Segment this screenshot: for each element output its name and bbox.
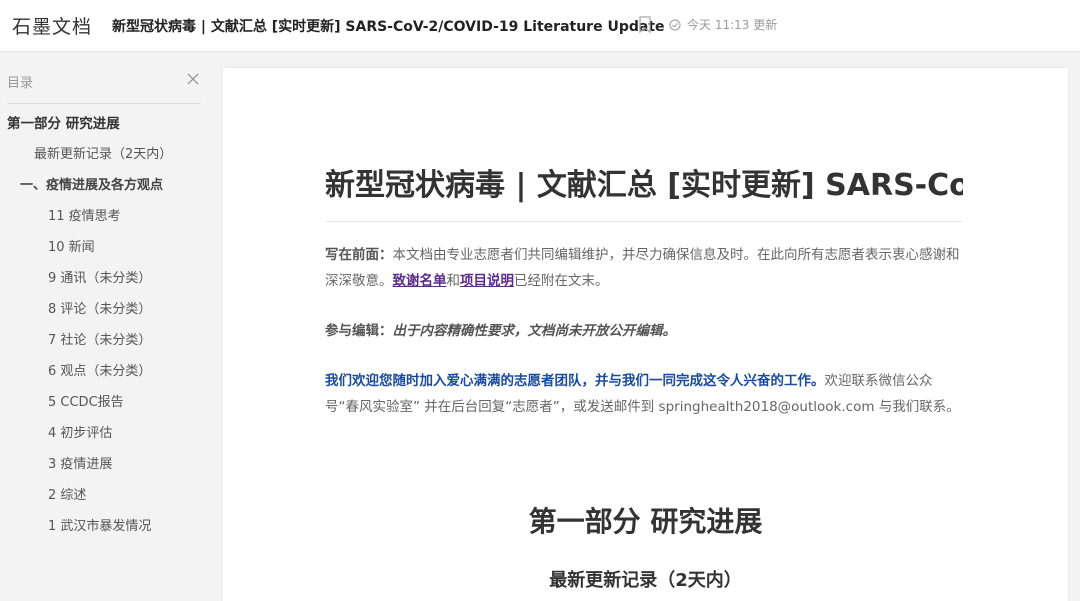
- update-status: 今天 11:13 更新: [669, 16, 777, 33]
- document-title[interactable]: 新型冠状病毒 | 文献汇总 [实时更新] SARS-CoV-2/COVID-19…: [112, 16, 665, 36]
- edit-text: 出于内容精确性要求，文档尚未开放公开编辑。: [392, 323, 677, 339]
- toc-item[interactable]: 11 疫情思考: [0, 205, 210, 236]
- toc-title: 目录: [7, 76, 34, 91]
- toc-item[interactable]: 5 CCDC报告: [0, 391, 210, 422]
- toc-item[interactable]: 3 疫情进展: [0, 453, 210, 484]
- bookmark-icon[interactable]: [638, 16, 652, 34]
- recent-updates-title: 最新更新记录（2天内）: [549, 570, 742, 591]
- app-logo[interactable]: 石墨文档: [12, 12, 92, 39]
- close-icon[interactable]: [187, 73, 199, 85]
- welcome-paragraph: 我们欢迎您随时加入爱心满满的志愿者团队，并与我们一同完成这令人兴奋的工作。欢迎联…: [325, 368, 963, 420]
- welcome-strong: 我们欢迎您随时加入爱心满满的志愿者团队，并与我们一同完成这令人兴奋的工作。: [325, 373, 825, 389]
- toc-item[interactable]: 7 社论（未分类）: [0, 329, 210, 360]
- toc-item[interactable]: 9 通讯（未分类）: [0, 267, 210, 298]
- intro-label: 写在前面：: [325, 247, 393, 263]
- link-and: 和: [446, 273, 461, 289]
- edit-paragraph: 参与编辑：出于内容精确性要求，文档尚未开放公开编辑。: [325, 318, 963, 344]
- toc-item[interactable]: 10 新闻: [0, 236, 210, 267]
- document-content: 新型冠状病毒 | 文献汇总 [实时更新] SARS-CoV-2/COVID-19…: [325, 166, 963, 420]
- toc-header: 目录: [7, 72, 201, 104]
- toc-list: 第一部分 研究进展 最新更新记录（2天内） 一、疫情进展及各方观点 11 疫情思考 10…: [0, 112, 210, 546]
- top-bar: 石墨文档 新型冠状病毒 | 文献汇总 [实时更新] SARS-CoV-2/COV…: [0, 0, 1080, 52]
- document-heading: 新型冠状病毒 | 文献汇总 [实时更新] SARS-CoV-2/COVID-19…: [325, 168, 963, 203]
- intro-paragraph: 写在前面：本文档由专业志愿者们共同编辑维护，并尽力确保信息及时。在此向所有志愿者…: [325, 242, 963, 294]
- toc-item[interactable]: 6 观点（未分类）: [0, 360, 210, 391]
- part-title: 第一部分 研究进展: [528, 505, 763, 538]
- heading-divider: [325, 221, 963, 222]
- toc-item[interactable]: 第一部分 研究进展: [0, 112, 210, 143]
- document-card: 新型冠状病毒 | 文献汇总 [实时更新] SARS-CoV-2/COVID-19…: [223, 68, 1068, 601]
- toc-item[interactable]: 最新更新记录（2天内）: [0, 143, 210, 174]
- toc-sidebar: 目录 第一部分 研究进展 最新更新记录（2天内） 一、疫情进展及各方观点 11 疫情思…: [0, 52, 210, 601]
- check-circle-icon: [669, 18, 681, 31]
- project-link[interactable]: 项目说明: [460, 273, 514, 289]
- toc-item[interactable]: 2 综述: [0, 484, 210, 515]
- status-text: 今天 11:13 更新: [687, 18, 778, 32]
- toc-item[interactable]: 1 武汉市暴发情况: [0, 515, 210, 546]
- edit-label: 参与编辑：: [325, 323, 393, 339]
- toc-item[interactable]: 8 评论（未分类）: [0, 298, 210, 329]
- intro-tail: 已经附在文末。: [514, 273, 609, 289]
- thanks-link[interactable]: 致谢名单: [393, 273, 447, 289]
- toc-item[interactable]: 一、疫情进展及各方观点: [0, 174, 210, 205]
- toc-item[interactable]: 4 初步评估: [0, 422, 210, 453]
